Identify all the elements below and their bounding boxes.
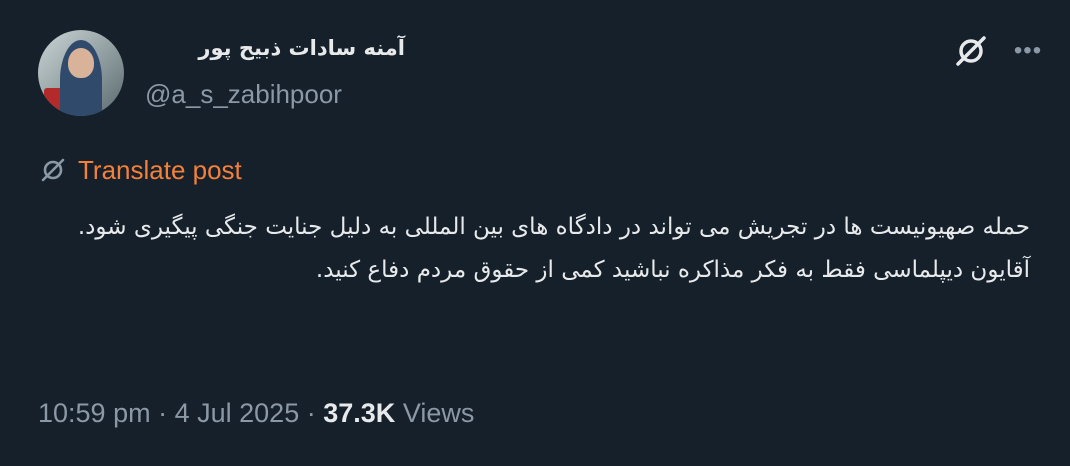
avatar-face	[68, 48, 94, 78]
grok-icon[interactable]	[951, 31, 991, 71]
post-text-line: آقایون دیپلماسی فقط به فکر مذاکره نباشید…	[315, 257, 1030, 283]
author-name[interactable]: آمنه سادات ذبیح پور	[145, 36, 405, 60]
more-icon[interactable]: •••	[1010, 33, 1046, 69]
post-date[interactable]: 4 Jul 2025	[175, 398, 300, 428]
meta-separator: ·	[158, 398, 168, 428]
post-text-line: حمله صهیونیست ها در تجریش می تواند در دا…	[77, 214, 1030, 240]
translate-icon	[41, 158, 65, 182]
translate-label: Translate post	[78, 154, 242, 185]
post-time[interactable]: 10:59 pm	[38, 398, 151, 428]
post-meta: 10:59 pm · 4 Jul 2025 · 37.3K Views	[38, 398, 474, 429]
views-label: Views	[402, 398, 475, 428]
translate-post-button[interactable]: Translate post	[38, 152, 242, 188]
author-handle[interactable]: @a_s_zabihpoor	[145, 79, 342, 110]
avatar[interactable]	[38, 30, 124, 116]
views-count[interactable]: 37.3K	[323, 398, 395, 428]
meta-separator: ·	[306, 398, 316, 428]
post-text: حمله صهیونیست ها در تجریش می تواند در دا…	[38, 206, 1030, 292]
